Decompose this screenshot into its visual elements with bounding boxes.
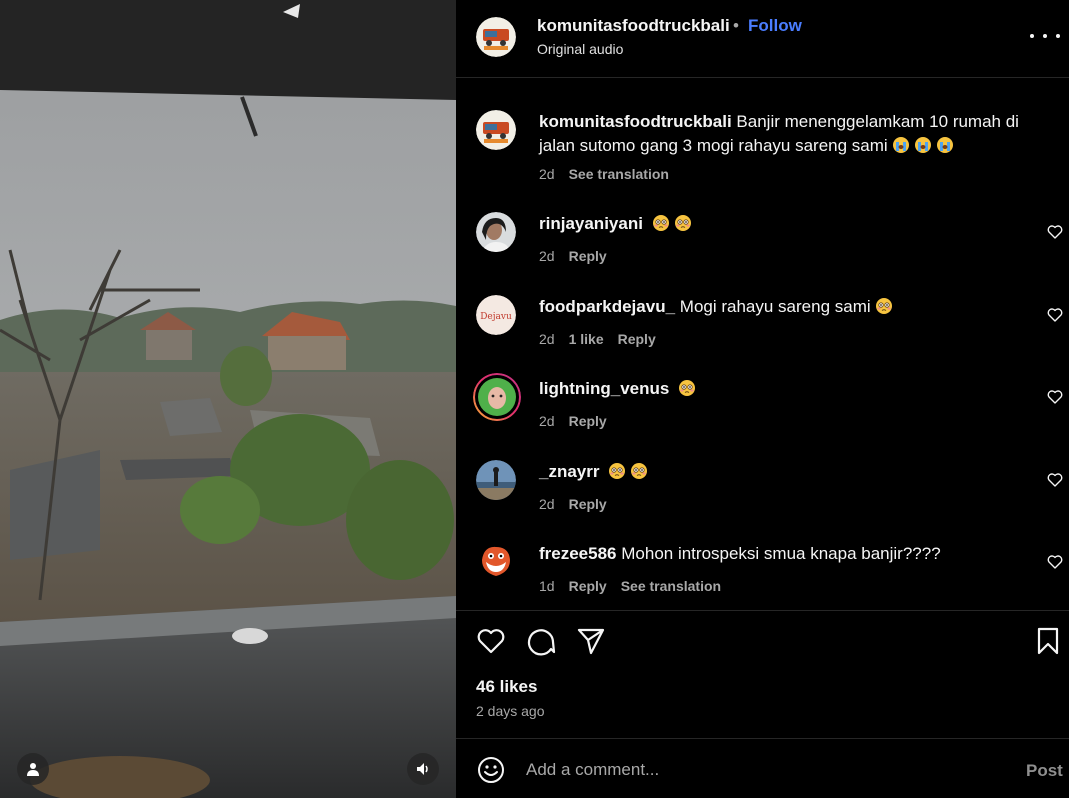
comment-meta: 2d 1 like Reply [539, 331, 670, 347]
comment-time: 2d [539, 496, 555, 512]
post-header: komunitasfoodtruckbali • Follow Original… [456, 0, 1069, 78]
reply-button[interactable]: Reply [569, 496, 607, 512]
author-username[interactable]: komunitasfoodtruckbali [537, 16, 730, 36]
comment-likes[interactable]: 1 like [569, 331, 604, 347]
flushed-face-icon [679, 380, 696, 396]
comment-heart-icon[interactable] [1047, 307, 1063, 323]
comment-username[interactable]: rinjayaniyani [539, 214, 643, 233]
comment-text: foodparkdejavu_ Mogi rahayu sareng sami [539, 295, 1039, 319]
comment-username[interactable]: lightning_venus [539, 379, 669, 398]
caption-meta: 2d See translation [539, 166, 683, 182]
reply-button[interactable]: Reply [618, 331, 656, 347]
comment-time: 1d [539, 578, 555, 594]
comment-text: _znayrr [539, 460, 1039, 484]
reply-button[interactable]: Reply [569, 578, 607, 594]
more-options-button[interactable] [1030, 24, 1060, 48]
caption-username[interactable]: komunitasfoodtruckbali [539, 112, 732, 131]
reply-button[interactable]: Reply [569, 248, 607, 264]
post-media[interactable] [0, 0, 456, 798]
post-actions: 46 likes 2 days ago [456, 610, 1069, 738]
comment-username[interactable]: foodparkdejavu_ [539, 297, 675, 316]
comment-heart-icon[interactable] [1047, 224, 1063, 240]
comment-username[interactable]: _znayrr [539, 462, 599, 481]
comments-list[interactable]: komunitasfoodtruckbali Banjir menenggela… [456, 79, 1069, 609]
comment-username[interactable]: frezee586 [539, 544, 617, 563]
commenter-avatar[interactable] [476, 212, 516, 252]
comment-meta: 2d Reply [539, 248, 621, 264]
caption-avatar[interactable] [476, 110, 516, 150]
audio-label[interactable]: Original audio [537, 41, 623, 57]
tagged-users-button[interactable] [17, 753, 49, 785]
comment-heart-icon[interactable] [1047, 472, 1063, 488]
comment-heart-icon[interactable] [1047, 554, 1063, 570]
comment-icon[interactable] [525, 625, 557, 657]
svg-text:Dejavu: Dejavu [480, 312, 512, 322]
smile-icon[interactable] [476, 755, 506, 785]
commenter-avatar-story[interactable] [473, 373, 521, 421]
flushed-face-icon [631, 463, 648, 479]
caption-see-translation[interactable]: See translation [569, 166, 669, 182]
bookmark-icon[interactable] [1032, 625, 1064, 657]
flushed-face-icon [875, 298, 892, 314]
audio-toggle-button[interactable] [407, 753, 439, 785]
posted-time: 2 days ago [476, 703, 545, 719]
flushed-face-icon [609, 463, 626, 479]
comment-text: rinjayaniyani [539, 212, 1039, 236]
comment-text: frezee586 Mohon introspeksi smua knapa b… [539, 542, 1039, 566]
follow-button[interactable]: Follow [748, 16, 802, 36]
comment-see-translation[interactable]: See translation [621, 578, 721, 594]
comment-meta: 1d Reply See translation [539, 578, 735, 594]
heart-icon[interactable] [475, 625, 507, 657]
comment-body: Mohon introspeksi smua knapa banjir???? [621, 544, 941, 563]
user-icon [27, 763, 39, 776]
comment-meta: 2d Reply [539, 496, 621, 512]
separator-dot: • [733, 16, 739, 35]
comment-body: Mogi rahayu sareng sami [679, 297, 871, 316]
comment-time: 2d [539, 248, 555, 264]
reply-button[interactable]: Reply [569, 413, 607, 429]
comment-input[interactable] [526, 755, 986, 785]
speaker-icon [417, 763, 428, 775]
crying-face-icon [936, 137, 953, 153]
flushed-face-icon [674, 215, 691, 231]
author-avatar[interactable] [476, 17, 516, 57]
caption-time: 2d [539, 166, 555, 182]
flushed-face-icon [652, 215, 669, 231]
comment-heart-icon[interactable] [1047, 389, 1063, 405]
caption-text: komunitasfoodtruckbali Banjir menenggela… [539, 110, 1039, 158]
add-comment-bar: Post [456, 738, 1069, 798]
commenter-avatar[interactable]: Dejavu [476, 295, 516, 335]
comment-meta: 2d Reply [539, 413, 621, 429]
post-panel: komunitasfoodtruckbali • Follow Original… [456, 0, 1069, 798]
likes-count[interactable]: 46 likes [476, 677, 537, 697]
comment-text: lightning_venus [539, 377, 1039, 401]
crying-face-icon [914, 137, 931, 153]
share-icon[interactable] [575, 625, 607, 657]
comment-time: 2d [539, 413, 555, 429]
more-horizontal-icon [1030, 34, 1034, 38]
comment-time: 2d [539, 331, 555, 347]
commenter-avatar[interactable] [476, 460, 516, 500]
crying-face-icon [892, 137, 909, 153]
flood-video-frame [0, 0, 456, 798]
post-comment-button[interactable]: Post [1026, 761, 1063, 781]
commenter-avatar[interactable] [476, 542, 516, 582]
